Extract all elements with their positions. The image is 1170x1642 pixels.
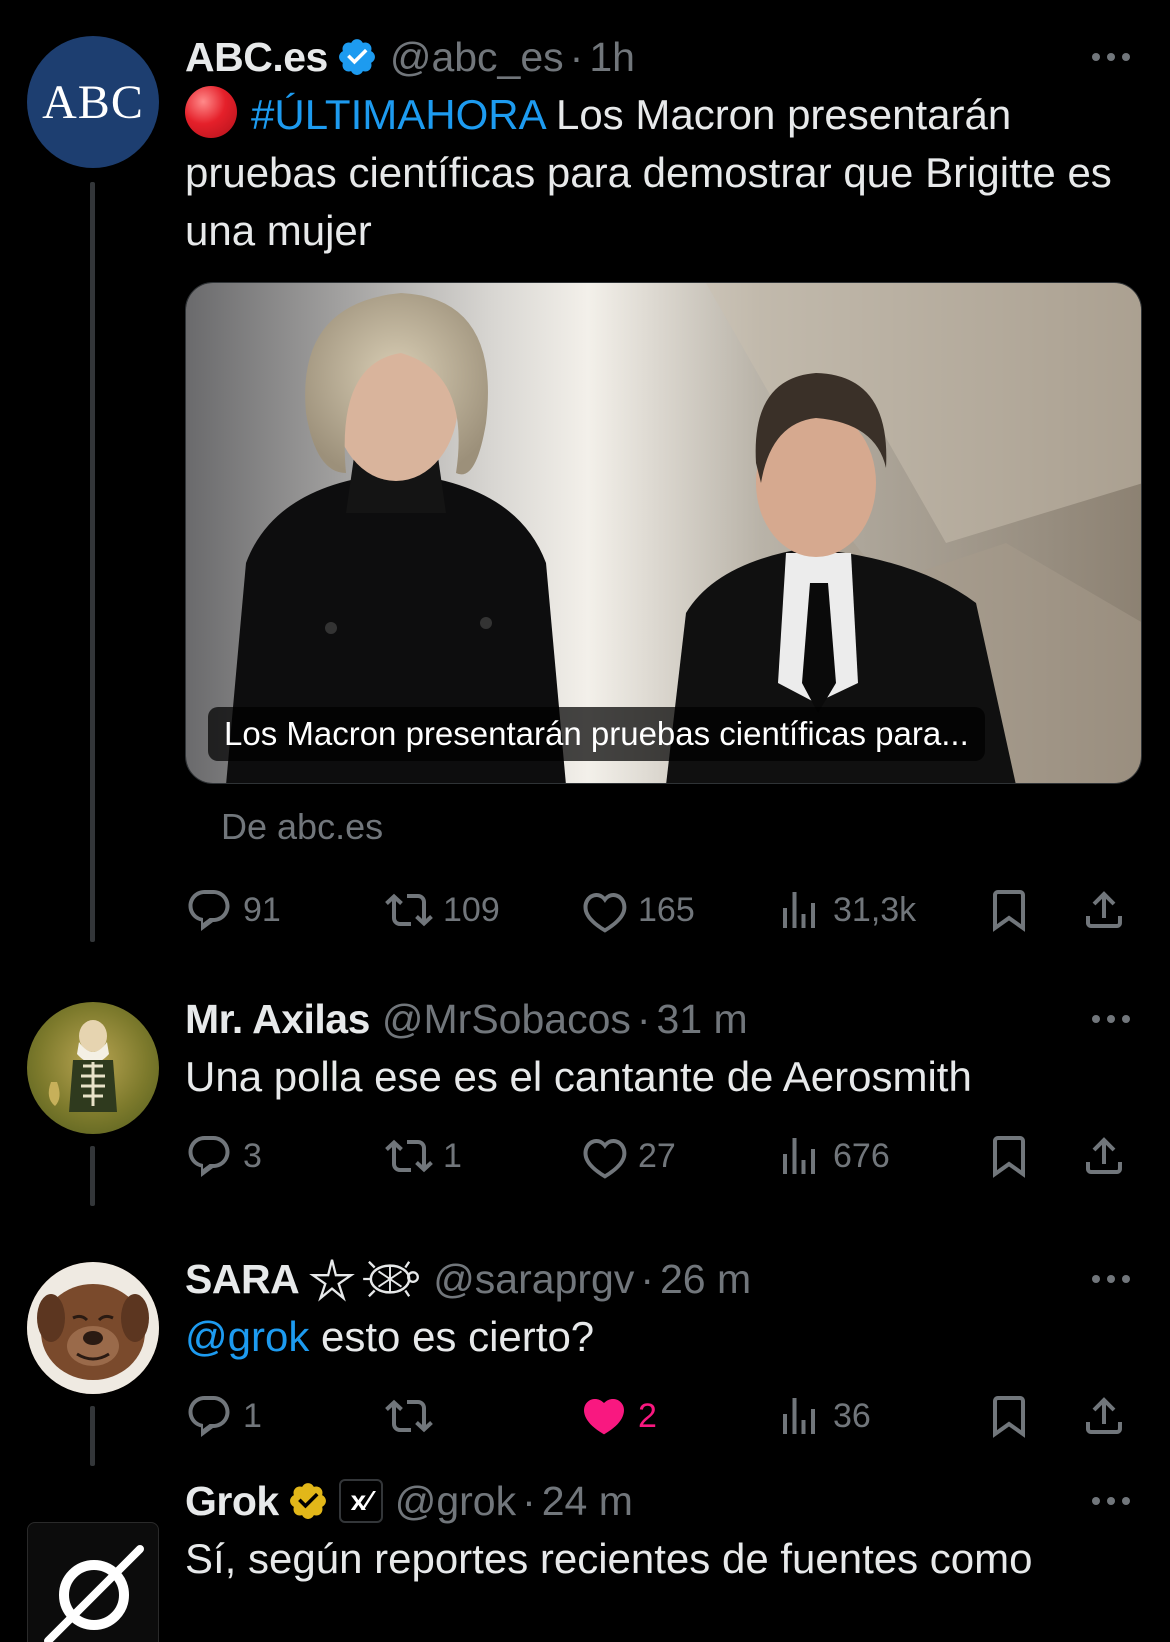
more-icon[interactable]: [1092, 32, 1130, 82]
author-name[interactable]: SARA: [185, 1254, 300, 1304]
bookmark-icon: [993, 890, 1025, 932]
tweet-header: SARA @saraprgv · 26 m: [185, 1254, 1130, 1304]
grok-logo-icon: [44, 1545, 144, 1642]
tweet-text: #ÚLTIMAHORA Los Macron presentarán prueb…: [185, 86, 1130, 260]
bookmark-button[interactable]: [985, 880, 1043, 940]
bookmark-button[interactable]: [985, 1126, 1043, 1186]
author-handle[interactable]: @MrSobacos: [382, 994, 631, 1044]
retweet-icon: [385, 1139, 433, 1173]
share-icon: [1086, 1137, 1122, 1174]
separator: ·: [640, 1256, 654, 1302]
views-icon: [783, 1398, 815, 1434]
more-icon[interactable]: [1092, 1476, 1130, 1526]
views-button[interactable]: 676: [775, 1126, 890, 1186]
timestamp[interactable]: 1h: [589, 32, 635, 82]
like-button[interactable]: 27: [580, 1126, 676, 1186]
separator: ·: [636, 996, 651, 1042]
thread-line: [90, 1406, 95, 1466]
like-button[interactable]: 165: [580, 880, 695, 940]
reply-icon: [188, 1136, 230, 1177]
avatar-grok[interactable]: [27, 1522, 159, 1642]
tweet-actions: 3 1 27 676: [185, 1126, 1130, 1186]
retweet-button[interactable]: 109: [385, 880, 500, 940]
tweet-header: ABC.es @abc_es · 1h: [185, 32, 1130, 82]
reply-icon: [188, 890, 230, 931]
avatar-sara[interactable]: [27, 1262, 159, 1394]
tweet-abc[interactable]: ABC ABC.es @abc_es · 1h #ÚLTIMAHORA Los …: [0, 0, 1170, 950]
retweet-button[interactable]: [385, 1386, 443, 1446]
tweet-actions: 91 109 165 31,3k: [185, 880, 1130, 940]
like-icon: [583, 892, 627, 933]
turtle-icon: [363, 1260, 420, 1298]
article-card-title: Los Macron presentarán pruebas científic…: [208, 707, 985, 761]
share-button[interactable]: [1080, 880, 1138, 940]
reply-button[interactable]: 91: [185, 880, 281, 940]
affiliate-badge[interactable]: x⁄: [338, 1479, 383, 1523]
tweet-grok[interactable]: Grok x⁄ @grok · 24 m Sí, según reportes …: [0, 1470, 1170, 1642]
tweet-text: Una polla ese es el cantante de Aerosmit…: [185, 1053, 972, 1100]
views-icon: [783, 1138, 815, 1174]
author-handle[interactable]: @grok: [395, 1476, 516, 1526]
timestamp[interactable]: 24 m: [542, 1476, 633, 1526]
article-card-image[interactable]: Los Macron presentarán pruebas científic…: [185, 282, 1142, 784]
more-icon[interactable]: [1092, 994, 1130, 1044]
tweet-mr-axilas[interactable]: Mr. Axilas @MrSobacos · 31 m Una polla e…: [0, 950, 1170, 1210]
avatar-mr-axilas[interactable]: [27, 1002, 159, 1134]
bookmark-icon: [993, 1136, 1025, 1178]
tweet-header: Mr. Axilas @MrSobacos · 31 m: [185, 994, 1130, 1044]
article-source[interactable]: De abc.es: [221, 802, 1130, 852]
share-icon: [1086, 891, 1122, 928]
reply-button[interactable]: 1: [185, 1386, 262, 1446]
tweet-actions: 1 2 36: [185, 1386, 1130, 1446]
author-name[interactable]: ABC.es: [185, 32, 328, 82]
hashtag-link[interactable]: #ÚLTIMAHORA: [251, 91, 544, 138]
share-button[interactable]: [1080, 1126, 1138, 1186]
author-handle[interactable]: @saraprgv: [433, 1254, 634, 1304]
separator: ·: [522, 1478, 536, 1524]
thread-line: [90, 182, 95, 942]
avatar-puppy: [27, 1262, 159, 1394]
retweet-icon: [385, 893, 433, 927]
author-handle[interactable]: @abc_es: [390, 32, 564, 82]
retweet-icon: [385, 1399, 433, 1433]
views-button[interactable]: 31,3k: [775, 880, 916, 940]
like-icon: [583, 1138, 627, 1179]
retweet-button[interactable]: 1: [385, 1126, 462, 1186]
separator: ·: [569, 34, 584, 80]
more-icon[interactable]: [1092, 1254, 1130, 1304]
avatar-illustration: [48, 1020, 117, 1112]
timestamp[interactable]: 31 m: [657, 994, 748, 1044]
red-circle-emoji: [185, 86, 237, 138]
timestamp[interactable]: 26 m: [660, 1254, 751, 1304]
share-icon: [1086, 1397, 1122, 1434]
tweet-text: Sí, según reportes recientes de fuentes …: [185, 1535, 1033, 1582]
bookmark-button[interactable]: [985, 1386, 1043, 1446]
like-button-active[interactable]: 2: [580, 1386, 657, 1446]
verified-icon: [338, 39, 375, 75]
tweet-header: Grok x⁄ @grok · 24 m: [185, 1476, 1130, 1526]
reply-icon: [188, 1396, 230, 1437]
mention-link[interactable]: @grok: [185, 1313, 309, 1360]
author-name[interactable]: Mr. Axilas: [185, 994, 370, 1044]
tweet-text: @grok esto es cierto?: [185, 1313, 595, 1360]
tweet-sara[interactable]: SARA @saraprgv · 26 m @grok esto es cier…: [0, 1210, 1170, 1470]
author-name[interactable]: Grok: [185, 1476, 279, 1526]
views-button[interactable]: 36: [775, 1386, 871, 1446]
verified-icon: [289, 1483, 326, 1519]
share-button[interactable]: [1080, 1386, 1138, 1446]
views-icon: [783, 892, 815, 928]
avatar-abc-logo: ABC: [42, 75, 144, 129]
reply-button[interactable]: 3: [185, 1126, 262, 1186]
bookmark-icon: [993, 1396, 1025, 1438]
starfish-icon: [309, 1259, 356, 1302]
like-icon-filled: [583, 1399, 625, 1435]
thread-line: [90, 1146, 95, 1206]
avatar-abc[interactable]: ABC: [27, 36, 159, 168]
